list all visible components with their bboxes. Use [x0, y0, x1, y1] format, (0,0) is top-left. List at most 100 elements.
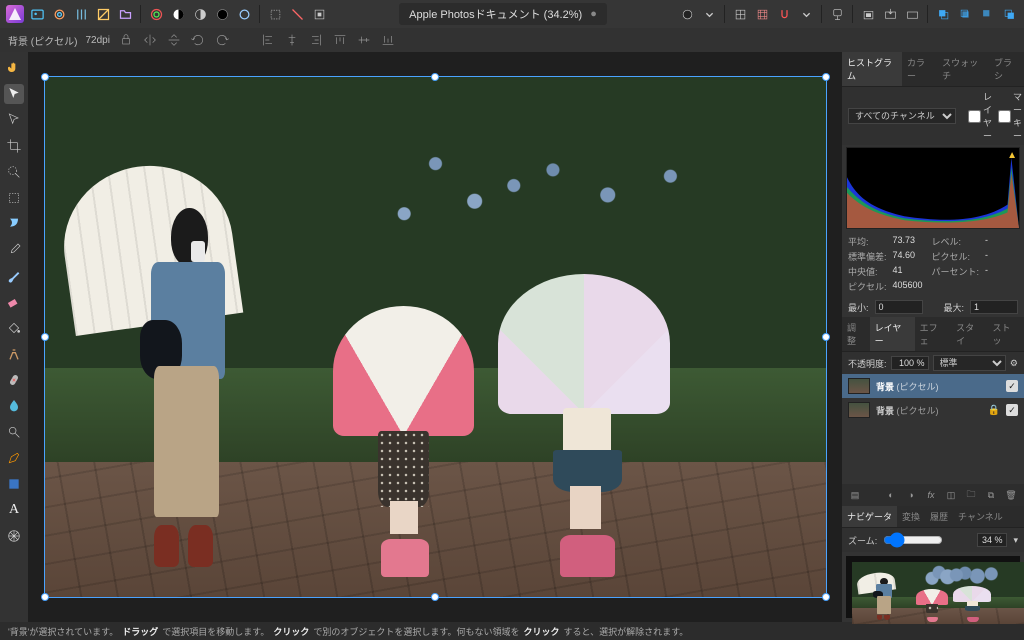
tab-transform[interactable]: 変換 [897, 506, 925, 527]
curves-icon[interactable] [169, 5, 187, 23]
flip-h-icon[interactable] [142, 32, 158, 48]
tab-brush[interactable]: ブラシ [989, 52, 1024, 86]
tab-adjust[interactable]: 調整 [842, 317, 870, 351]
grid-icon[interactable] [731, 5, 749, 23]
merge-icon[interactable]: ⧉ [984, 488, 998, 502]
align-left-icon[interactable] [260, 32, 276, 48]
insert-behind-icon[interactable] [903, 5, 921, 23]
foreground-color-icon[interactable] [4, 526, 24, 546]
arrange-forward-icon[interactable] [956, 5, 974, 23]
fx-icon[interactable]: fx [924, 488, 938, 502]
folder-icon[interactable]: 🗀 [964, 488, 978, 502]
snap-icon[interactable] [775, 5, 793, 23]
canvas-area[interactable] [28, 52, 842, 622]
photo-persona-icon[interactable] [28, 5, 46, 23]
zoom-slider[interactable] [883, 532, 943, 548]
refine-icon[interactable] [310, 5, 328, 23]
layer-row[interactable]: 背景 (ピクセル) 🔒 ✓ [842, 398, 1024, 422]
align-top-icon[interactable] [332, 32, 348, 48]
canvas[interactable] [44, 76, 827, 598]
fill-tool-icon[interactable] [4, 318, 24, 338]
tab-effects[interactable]: エフェ [915, 317, 951, 351]
tab-swatch[interactable]: スウォッチ [937, 52, 989, 86]
tab-histogram[interactable]: ヒストグラム [842, 52, 902, 86]
tab-navigator[interactable]: ナビゲータ [842, 506, 897, 527]
move-tool-icon[interactable] [4, 84, 24, 104]
pixel-grid-icon[interactable] [753, 5, 771, 23]
hist-max-input[interactable] [970, 300, 1018, 314]
align-vcenter-icon[interactable] [356, 32, 372, 48]
layer-visible-checkbox[interactable]: ✓ [1006, 380, 1018, 392]
healing-brush-icon[interactable] [4, 370, 24, 390]
arrange-backward-icon[interactable] [978, 5, 996, 23]
histogram-marquee-toggle[interactable]: マーキー [998, 90, 1022, 142]
develop-persona-icon[interactable] [72, 5, 90, 23]
tab-styles[interactable]: スタイ [951, 317, 987, 351]
tone-map-persona-icon[interactable] [94, 5, 112, 23]
tab-channel[interactable]: チャンネル [953, 506, 1008, 527]
layer-row[interactable]: 背景 (ピクセル) ✓ [842, 374, 1024, 398]
tab-color[interactable]: カラー [902, 52, 937, 86]
rotate-ccw-icon[interactable] [190, 32, 206, 48]
crop-layer-icon[interactable]: ◫ [944, 488, 958, 502]
color-picker-icon[interactable] [4, 240, 24, 260]
hand-tool-icon[interactable] [4, 58, 24, 78]
export-persona-icon[interactable] [116, 5, 134, 23]
arrange-front-icon[interactable] [934, 5, 952, 23]
crop-overlay-icon[interactable] [288, 5, 306, 23]
arrange-back-icon[interactable] [1000, 5, 1018, 23]
blend-mode-select[interactable]: 標準 [933, 355, 1006, 371]
layer-options-icon[interactable]: ⚙ [1010, 358, 1018, 369]
color-wheel-icon[interactable] [213, 5, 231, 23]
flood-select-icon[interactable] [4, 214, 24, 234]
histogram-channel-select[interactable]: すべてのチャンネル [848, 108, 956, 124]
crop-tool-icon[interactable] [4, 136, 24, 156]
mask-icon[interactable]: ◐ [884, 488, 898, 502]
layer-visible-checkbox[interactable]: ✓ [1006, 404, 1018, 416]
layer-stack-icon[interactable]: ▤ [848, 488, 862, 502]
hist-min-input[interactable] [875, 300, 923, 314]
levels-icon[interactable] [147, 5, 165, 23]
chevron-down-icon[interactable] [700, 5, 718, 23]
dodge-tool-icon[interactable] [4, 422, 24, 442]
zoom-value[interactable]: 34 % [977, 533, 1008, 547]
lock-children-icon[interactable] [859, 5, 877, 23]
assistant-icon[interactable] [828, 5, 846, 23]
navigator-preview[interactable] [846, 556, 1020, 618]
opacity-input[interactable] [891, 356, 929, 370]
shape-tool-icon[interactable] [4, 474, 24, 494]
snap-menu-icon[interactable] [797, 5, 815, 23]
clone-tool-icon[interactable] [4, 344, 24, 364]
tab-layers[interactable]: レイヤー [870, 317, 915, 351]
adjustment-icon[interactable] [235, 5, 253, 23]
insert-inside-icon[interactable] [881, 5, 899, 23]
trash-icon[interactable]: 🗑 [1004, 488, 1018, 502]
paint-brush-icon[interactable] [4, 266, 24, 286]
histogram-layer-toggle[interactable]: レイヤー [968, 90, 992, 142]
lock-icon[interactable]: 🔒 [988, 405, 1000, 416]
selection-brush-icon[interactable] [4, 162, 24, 182]
lock-aspect-icon[interactable] [118, 32, 134, 48]
pen-tool-icon[interactable] [4, 448, 24, 468]
marquee-icon[interactable] [266, 5, 284, 23]
liquify-persona-icon[interactable] [50, 5, 68, 23]
rotate-cw-icon[interactable] [214, 32, 230, 48]
blur-tool-icon[interactable] [4, 396, 24, 416]
top-toolbar: Apple Photosドキュメント (34.2%) ● [0, 0, 1024, 28]
tab-stock[interactable]: ストッ [988, 317, 1024, 351]
flip-v-icon[interactable] [166, 32, 182, 48]
adjustment-layer-icon[interactable]: ◑ [904, 488, 918, 502]
zoom-menu-icon[interactable]: ▾ [1013, 535, 1018, 546]
quickmask-icon[interactable] [678, 5, 696, 23]
bw-icon[interactable] [191, 5, 209, 23]
align-bottom-icon[interactable] [380, 32, 396, 48]
align-hcenter-icon[interactable] [284, 32, 300, 48]
text-tool-icon[interactable]: A [4, 500, 24, 520]
document-title[interactable]: Apple Photosドキュメント (34.2%) ● [399, 3, 607, 25]
layer-thumb-icon [848, 378, 870, 394]
erase-tool-icon[interactable] [4, 292, 24, 312]
view-tool-icon[interactable] [4, 110, 24, 130]
tab-history[interactable]: 履歴 [925, 506, 953, 527]
marquee-tool-icon[interactable] [4, 188, 24, 208]
align-right-icon[interactable] [308, 32, 324, 48]
